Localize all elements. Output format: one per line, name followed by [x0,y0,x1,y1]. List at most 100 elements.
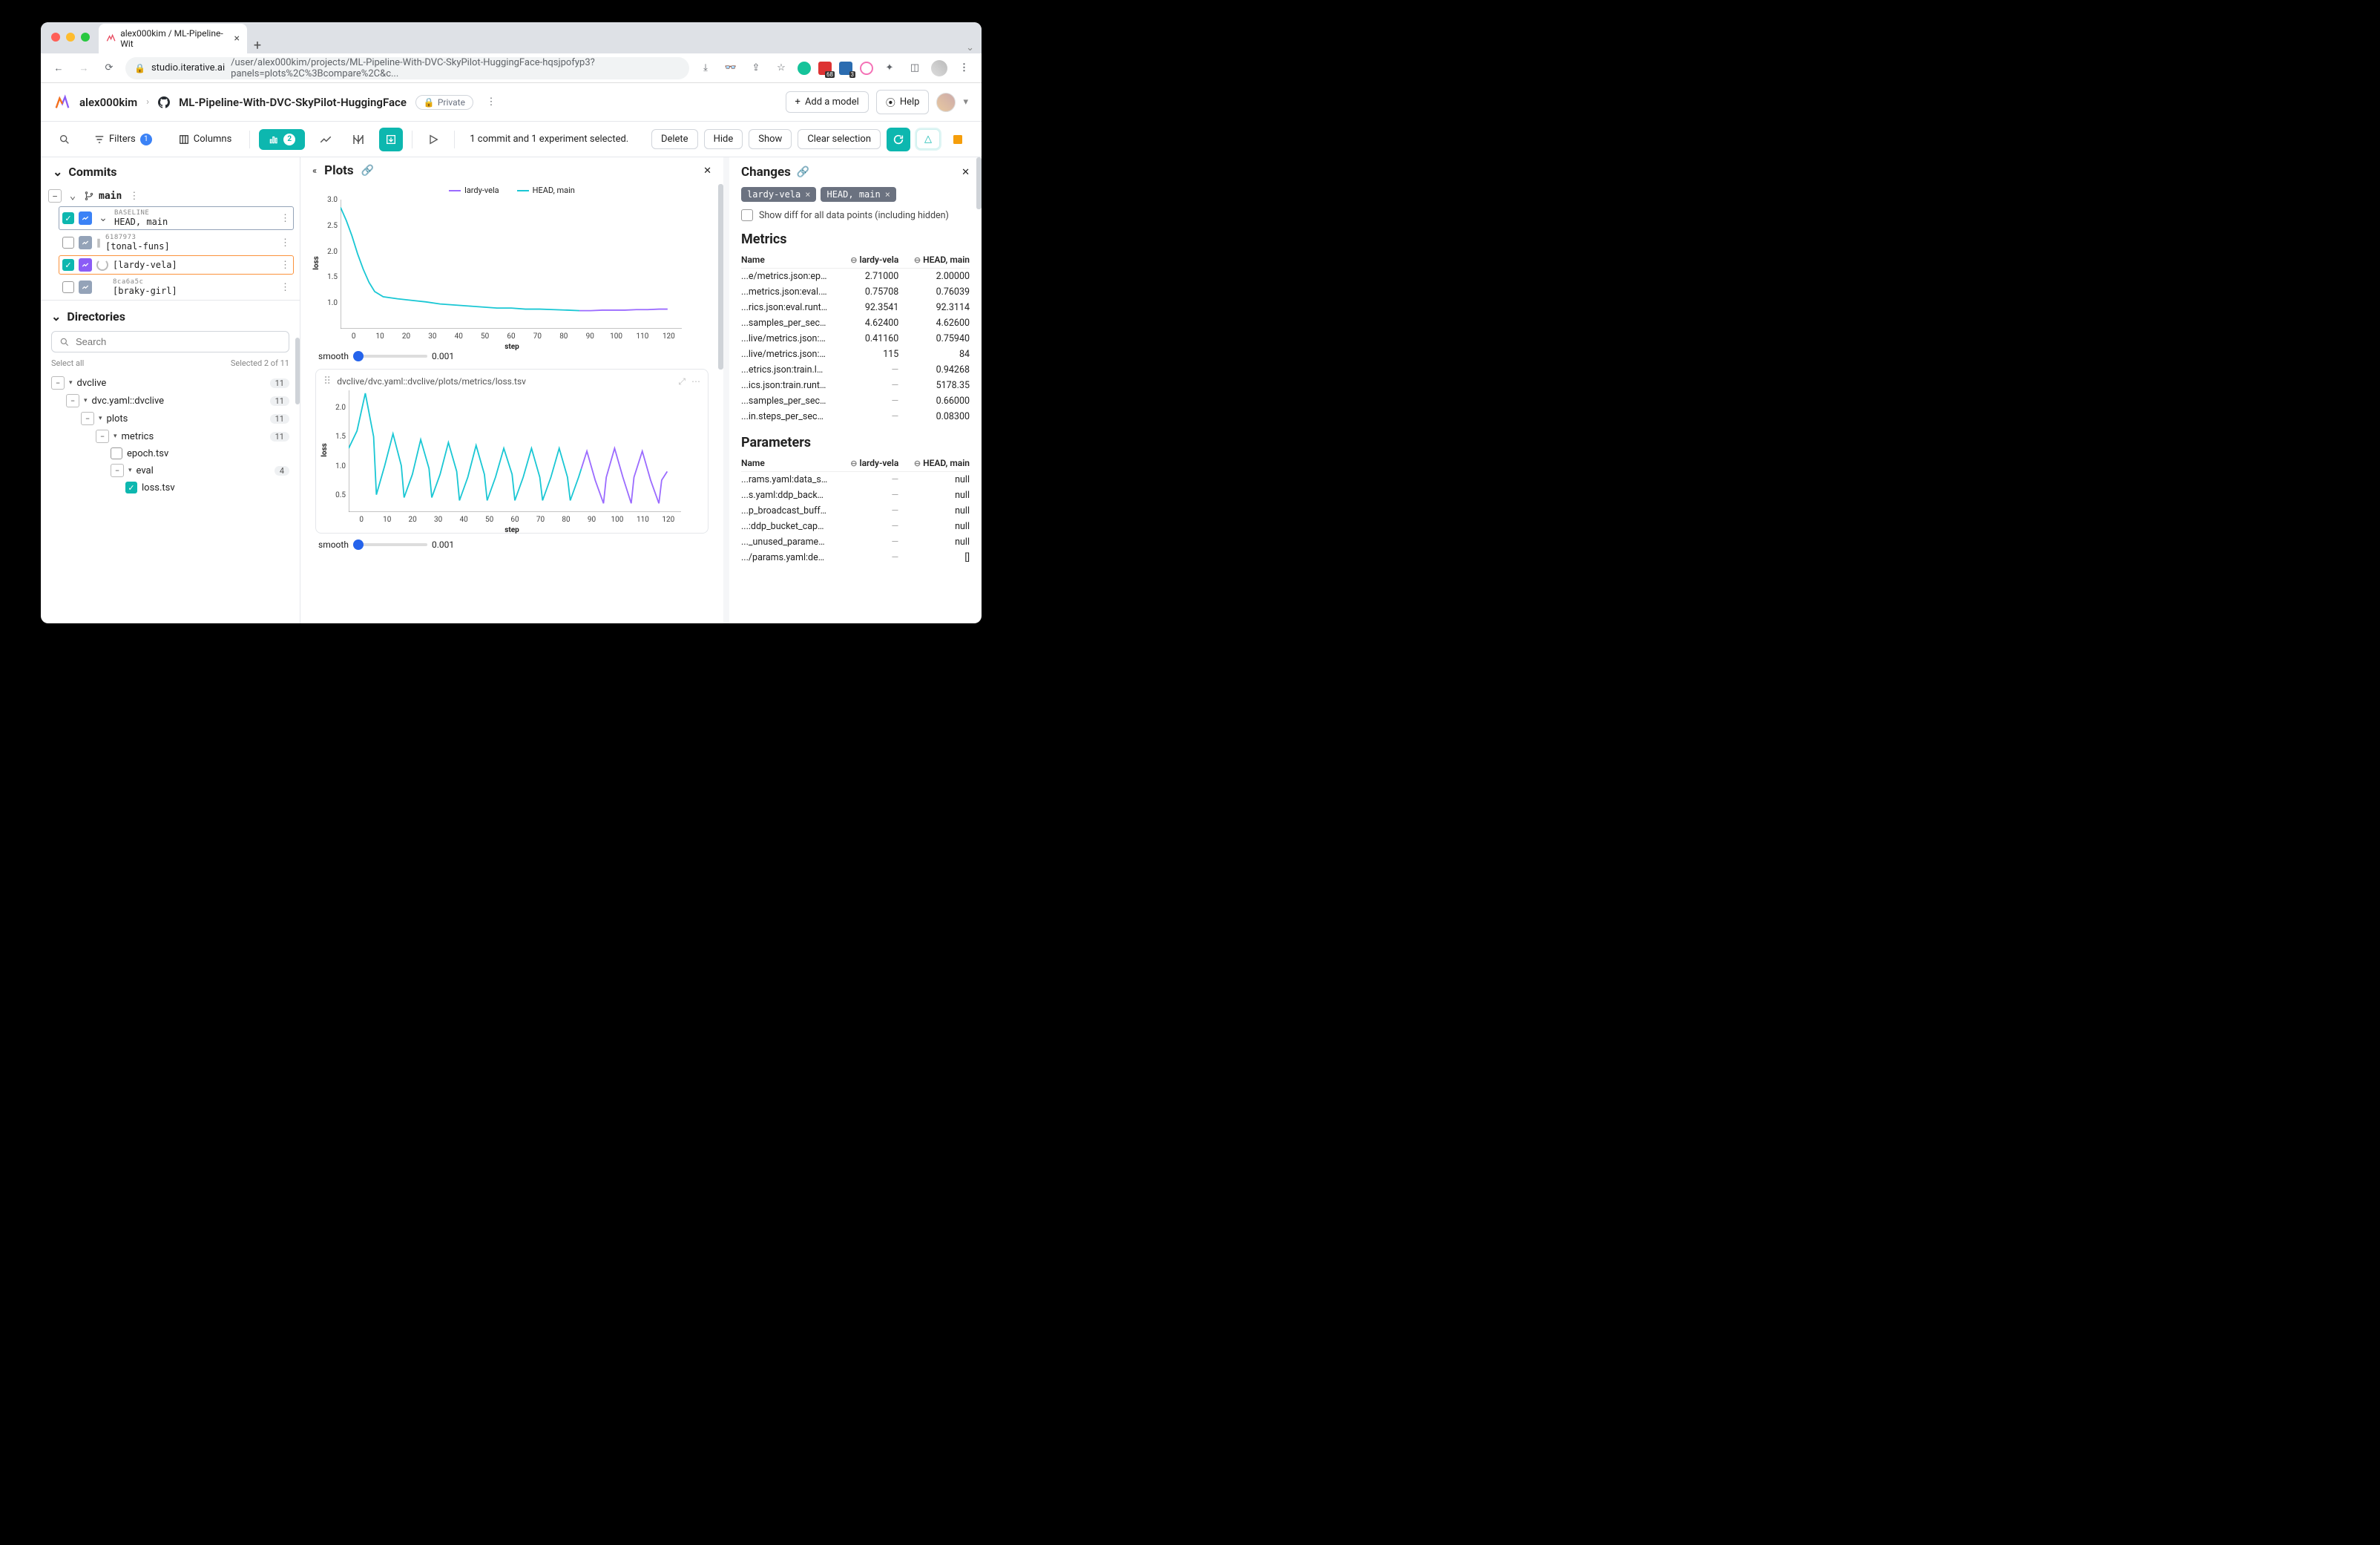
tabs-dropdown[interactable]: ⌄ [966,42,974,53]
pin-icon[interactable]: ⊖ [850,459,857,468]
commit-kebab[interactable]: ⋮ [280,237,290,249]
reload-button[interactable]: ⟳ [100,59,118,77]
commit-kebab[interactable]: ⋮ [280,213,290,224]
commit-kebab[interactable]: ⋮ [280,282,290,293]
browser-tab[interactable]: alex000kim / ML-Pipeline-Wit × [99,24,247,53]
ext-blue[interactable]: 3 [839,62,852,75]
address-bar[interactable]: 🔒 studio.iterative.ai/user/alex000kim/pr… [125,57,689,79]
maximize-window[interactable] [81,33,90,42]
forward-button[interactable]: → [75,59,93,77]
back-button[interactable]: ← [50,59,68,77]
filters-button[interactable]: Filters 1 [85,130,161,149]
pin-icon[interactable]: ⊖ [914,255,921,265]
select-all[interactable]: Select all [51,358,84,368]
commit-row[interactable]: ✓⌄BASELINEHEAD, main⋮ [59,206,294,230]
user-avatar[interactable] [936,93,956,112]
play-icon[interactable] [421,128,445,151]
table-row: ...metrics.json:eval.loss0.757080.76039 [741,284,970,300]
show-diff-checkbox[interactable] [741,209,753,221]
drag-handle-icon[interactable]: ⠿ [323,375,331,387]
plots-panel: « Plots 🔗 ✕ lardy-vela HEAD, main loss s… [300,157,729,623]
tree-node[interactable]: −▾dvc.yaml::dvclive11 [51,392,289,410]
refresh-icon[interactable] [887,128,910,151]
tab-close[interactable]: × [234,33,240,45]
collapse-icon[interactable]: « [312,165,317,177]
header-kebab[interactable]: ⋮ [482,94,500,111]
hide-button[interactable]: Hide [704,129,743,149]
export-icon[interactable] [379,128,403,151]
ext-puzzle-icon[interactable]: ✦ [881,59,898,77]
download-icon[interactable]: ⤓ [697,59,714,77]
commit-checkbox[interactable] [62,281,74,293]
clear-selection-button[interactable]: Clear selection [798,129,881,149]
delta-icon[interactable]: △ [916,129,940,149]
sidepanel-icon[interactable]: ◫ [906,59,924,77]
smooth-slider[interactable] [353,355,427,358]
chevron-down-icon[interactable]: ⌄ [96,211,110,225]
add-model-button[interactable]: + Add a model [786,91,869,113]
commit-row[interactable]: ∥6187973[tonal-funs]⋮ [59,231,294,255]
breadcrumb-sep: › [146,96,149,108]
minimize-window[interactable] [66,33,75,42]
delete-button[interactable]: Delete [651,129,698,149]
remove-tag[interactable]: × [805,189,810,200]
branch-kebab[interactable]: ⋮ [129,191,139,202]
commit-checkbox[interactable]: ✓ [62,212,74,224]
commit-checkbox[interactable]: ✓ [62,259,74,271]
link-icon[interactable]: 🔗 [797,166,809,178]
chevron-down-icon[interactable]: ⌄ [66,189,79,203]
remove-tag[interactable]: × [885,189,890,200]
parallel-icon[interactable] [346,128,370,151]
tag-icon[interactable] [946,128,970,151]
branch-row[interactable]: − ⌄ main ⋮ [47,186,294,206]
expand-icon[interactable]: ⤢ [678,376,686,387]
search-icon[interactable] [53,128,76,151]
search-field[interactable] [76,336,281,347]
help-button[interactable]: ⦿ Help [876,90,930,114]
ext-circle[interactable] [860,62,873,75]
chevron-down-icon[interactable]: ⌄ [51,309,61,324]
scrollbar[interactable] [718,184,723,370]
trend-icon[interactable] [314,128,338,151]
link-icon[interactable]: 🔗 [361,165,374,177]
tree-leaf[interactable]: epoch.tsv [51,445,289,462]
scrollbar[interactable] [295,338,300,404]
columns-button[interactable]: Columns [170,130,241,148]
show-button[interactable]: Show [749,129,792,149]
breadcrumb-repo[interactable]: ML-Pipeline-With-DVC-SkyPilot-HuggingFac… [179,96,407,109]
chart-mode-button[interactable]: 2 [259,129,305,150]
incognito-icon[interactable]: 👓 [722,59,740,77]
commit-row[interactable]: ✓[lardy-vela]⋮ [59,255,294,275]
collapse-icon[interactable]: − [48,189,62,203]
pin-icon[interactable]: ⊖ [850,255,857,265]
app-logo [54,94,70,111]
tree-node[interactable]: −▾eval4 [51,462,289,479]
profile-avatar[interactable] [931,60,947,76]
commit-checkbox[interactable] [62,237,74,249]
tree-node[interactable]: −▾plots11 [51,410,289,427]
commit-kebab[interactable]: ⋮ [280,260,290,271]
app-header: alex000kim › ML-Pipeline-With-DVC-SkyPil… [41,83,982,122]
share-icon[interactable]: ⇪ [747,59,765,77]
star-icon[interactable]: ☆ [772,59,790,77]
tree-node[interactable]: −▾metrics11 [51,427,289,445]
chevron-down-icon[interactable]: ⌄ [53,165,62,179]
more-icon[interactable]: ⋯ [691,376,700,387]
smooth-slider-row: smooth 0.001 [318,351,709,361]
tree-node[interactable]: −▾dvclive11 [51,374,289,392]
close-icon[interactable]: ✕ [961,167,970,178]
smooth-slider[interactable] [353,543,427,546]
pin-icon[interactable]: ⊖ [914,459,921,468]
commit-row[interactable]: 8ca6a5c[braky-girl]⋮ [59,275,294,299]
close-icon[interactable]: ✕ [703,165,711,177]
new-tab-button[interactable]: + [247,38,268,53]
user-menu-caret[interactable]: ▾ [963,96,968,108]
search-input[interactable] [51,331,289,352]
tree-leaf[interactable]: ✓loss.tsv [51,479,289,496]
ext-red[interactable]: 68 [818,62,832,75]
close-window[interactable] [51,33,60,42]
breadcrumb-user[interactable]: alex000kim [79,96,137,109]
chrome-menu[interactable]: ⋮ [955,59,973,77]
ext-grammarly[interactable] [798,62,811,75]
scrollbar[interactable] [976,157,982,209]
